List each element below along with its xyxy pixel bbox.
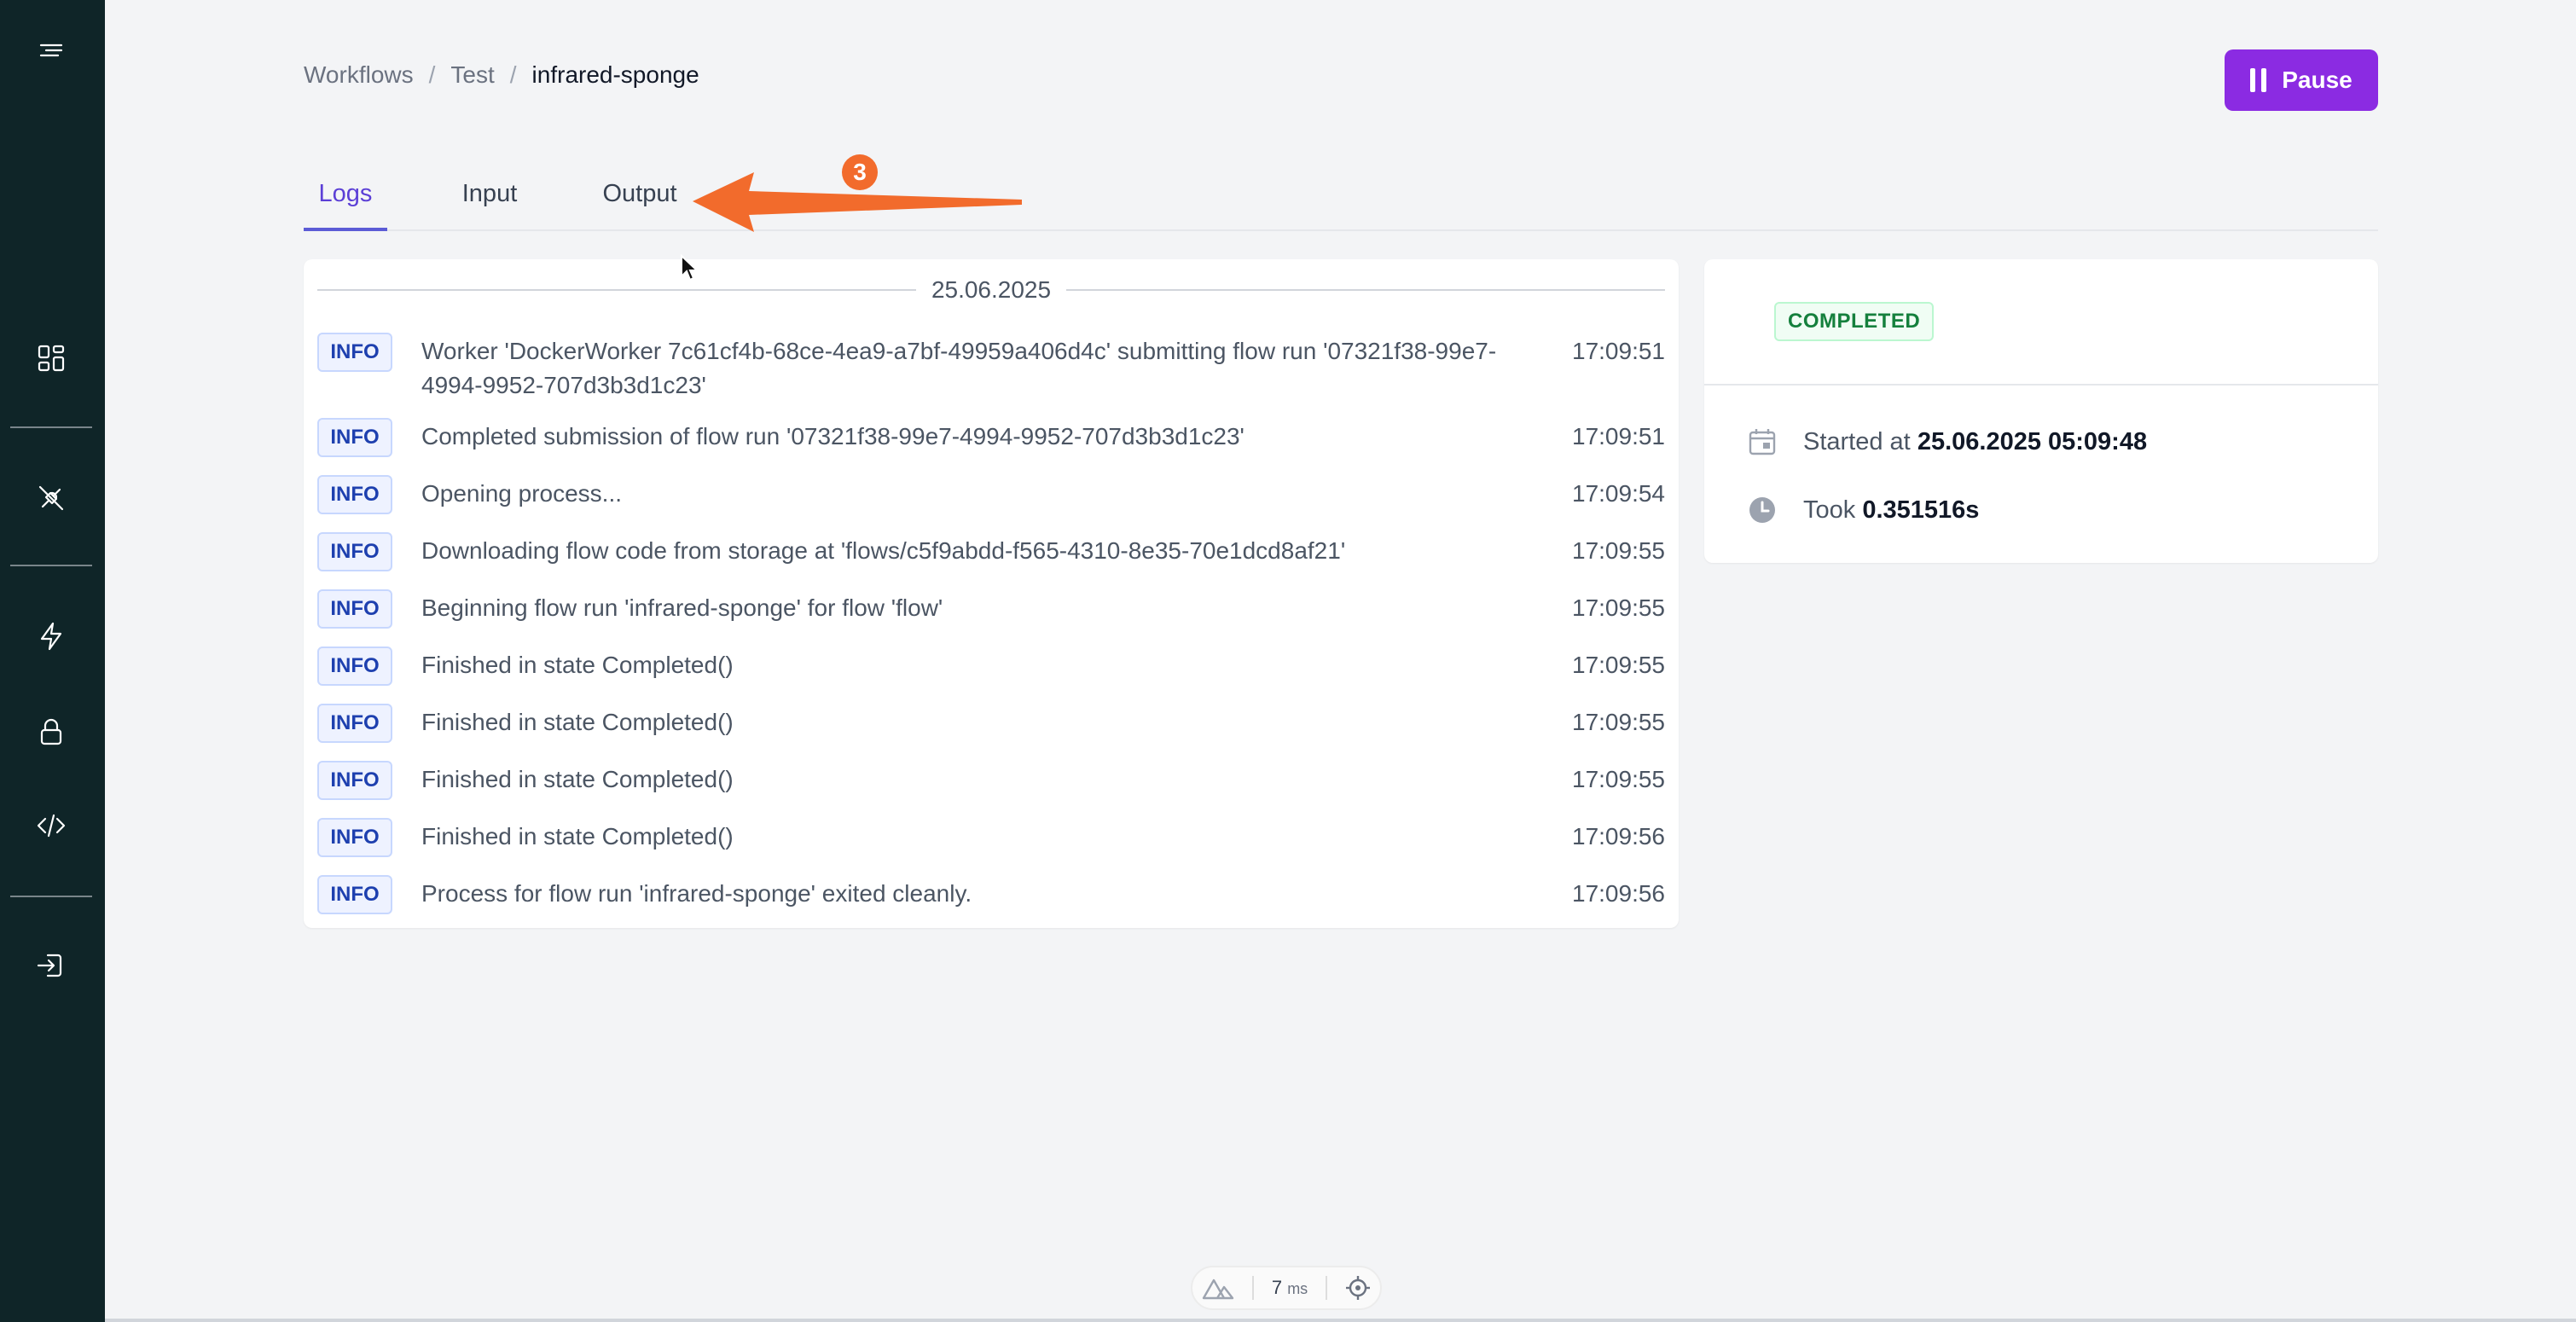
log-message: Beginning flow run 'infrared-sponge' for… [421, 594, 943, 621]
dashboard-icon[interactable] [31, 338, 72, 379]
log-time: 17:09:51 [1572, 423, 1665, 449]
log-level-badge: INFO [317, 704, 392, 743]
log-row: INFO Opening process... 17:09:54 [317, 475, 1665, 514]
log-row: INFO Worker 'DockerWorker 7c61cf4b-68ce-… [317, 333, 1665, 403]
annotation-badge: 3 [842, 154, 878, 190]
log-row: INFO Finished in state Completed() 17:09… [317, 704, 1665, 743]
code-icon[interactable] [31, 805, 72, 846]
log-row: INFO Process for flow run 'infrared-spon… [317, 875, 1665, 914]
window-bottom-edge [105, 1319, 2576, 1322]
log-level-badge: INFO [317, 818, 392, 857]
sidebar-divider [10, 565, 92, 566]
menu-icon[interactable] [31, 29, 72, 70]
log-row: INFO Finished in state Completed() 17:09… [317, 761, 1665, 800]
log-row: INFO Downloading flow code from storage … [317, 532, 1665, 571]
clock-icon [1749, 497, 1775, 523]
took-label: Took [1803, 496, 1856, 524]
log-level-badge: INFO [317, 333, 392, 372]
run-status-panel: COMPLETED Started at 25.06.2025 05:09:48… [1704, 259, 2378, 563]
started-at-value: 25.06.2025 05:09:48 [1917, 427, 2148, 455]
breadcrumb-test[interactable]: Test [450, 61, 494, 89]
render-time-unit: ms [1287, 1280, 1308, 1297]
log-row: INFO Finished in state Completed() 17:09… [317, 818, 1665, 857]
log-time: 17:09:55 [1572, 594, 1665, 621]
crosshair-icon[interactable] [1345, 1275, 1371, 1301]
log-level-badge: INFO [317, 532, 392, 571]
log-level-badge: INFO [317, 761, 392, 800]
log-message: Completed submission of flow run '07321f… [421, 423, 1244, 449]
breadcrumb-current: infrared-sponge [531, 61, 699, 88]
calendar-icon [1749, 429, 1776, 455]
log-level-badge: INFO [317, 875, 392, 914]
log-time: 17:09:55 [1572, 709, 1665, 735]
log-message: Finished in state Completed() [421, 766, 734, 792]
log-row: INFO Completed submission of flow run '0… [317, 418, 1665, 457]
pause-button[interactable]: Pause [2225, 49, 2378, 111]
logout-icon[interactable] [31, 945, 72, 986]
tab-label: Logs [318, 180, 373, 207]
breadcrumb: Workflows / Test / infrared-sponge [304, 61, 699, 89]
log-message: Opening process... [421, 480, 623, 507]
log-message: Finished in state Completed() [421, 709, 734, 735]
breadcrumb-separator: / [428, 61, 436, 88]
log-message: Finished in state Completed() [421, 823, 734, 849]
started-at-label: Started at [1803, 427, 1911, 455]
tab-bar: Logs Input Output [304, 175, 2378, 231]
date-separator: 25.06.2025 [317, 273, 1666, 307]
pause-button-label: Pause [2282, 67, 2353, 93]
log-time: 17:09:56 [1572, 880, 1665, 907]
log-level-badge: INFO [317, 589, 392, 629]
log-message: Worker 'DockerWorker 7c61cf4b-68ce-4ea9-… [421, 338, 1497, 398]
log-level-badge: INFO [317, 647, 392, 686]
sidebar-divider [10, 426, 92, 428]
log-time: 17:09:56 [1572, 823, 1665, 849]
sidebar-divider [10, 896, 92, 897]
took-value: 0.351516s [1862, 496, 1980, 524]
tab-output[interactable]: Output [589, 175, 691, 231]
log-row: INFO Finished in state Completed() 17:09… [317, 647, 1665, 686]
tab-input[interactable]: Input [449, 175, 531, 231]
sidebar [0, 0, 105, 1322]
started-at-row: Started at 25.06.2025 05:09:48 [1747, 426, 2147, 457]
log-level-badge: INFO [317, 418, 392, 457]
log-row: INFO Beginning flow run 'infrared-sponge… [317, 589, 1665, 629]
log-message: Process for flow run 'infrared-sponge' e… [421, 880, 972, 907]
log-date: 25.06.2025 [931, 276, 1052, 303]
mouse-cursor-icon [681, 254, 699, 281]
breadcrumb-separator: / [509, 61, 517, 88]
plug-icon[interactable] [31, 478, 72, 519]
log-time: 17:09:51 [1572, 338, 1665, 364]
dev-toolbar: 7 ms [1191, 1266, 1382, 1310]
log-time: 17:09:55 [1572, 537, 1665, 564]
render-time-value: 7 [1271, 1277, 1283, 1298]
log-time: 17:09:55 [1572, 652, 1665, 678]
log-time: 17:09:55 [1572, 766, 1665, 792]
tab-label: Output [602, 180, 677, 207]
pause-icon [2250, 68, 2267, 92]
log-message: Downloading flow code from storage at 'f… [421, 537, 1346, 564]
log-message: Finished in state Completed() [421, 652, 734, 678]
tab-label: Input [461, 180, 518, 207]
tab-logs[interactable]: Logs [304, 175, 387, 231]
log-time: 17:09:54 [1572, 480, 1665, 507]
render-time: 7 ms [1272, 1277, 1308, 1299]
status-header: COMPLETED [1704, 259, 2378, 386]
logs-panel: 25.06.2025 INFO Worker 'DockerWorker 7c6… [304, 259, 1679, 928]
breadcrumb-workflows[interactable]: Workflows [304, 61, 414, 89]
lock-icon[interactable] [31, 711, 72, 752]
nuxt-logo-icon[interactable] [1202, 1276, 1234, 1300]
status-badge: COMPLETED [1774, 302, 1935, 341]
lightning-icon[interactable] [31, 616, 72, 657]
log-level-badge: INFO [317, 475, 392, 514]
took-row: Took 0.351516s [1747, 495, 1979, 525]
